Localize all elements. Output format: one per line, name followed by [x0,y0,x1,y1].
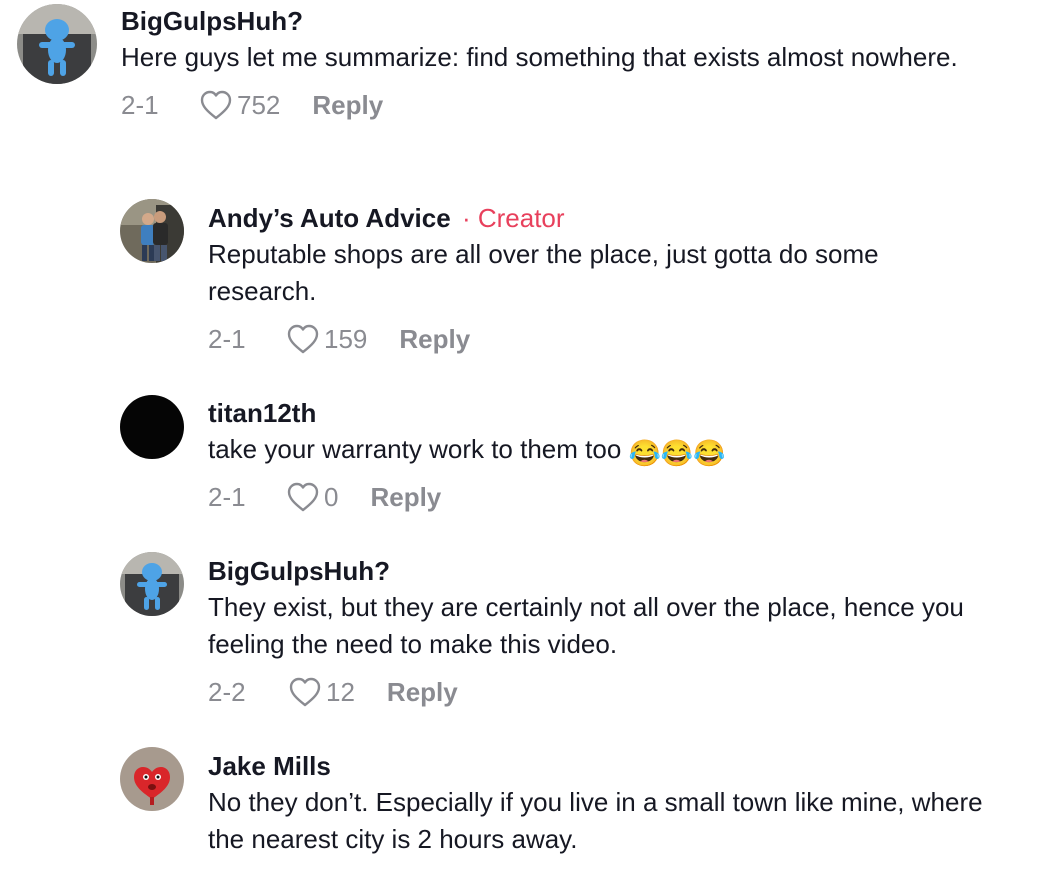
comment-text: Reputable shops are all over the place, … [208,239,879,306]
like-count: 12 [326,676,355,707]
like-button[interactable]: 0 [286,481,338,513]
username[interactable]: BigGulpsHuh? [208,554,1028,588]
heart-icon [199,89,233,121]
comment-date: 2-1 [208,323,246,354]
avatar[interactable] [120,199,184,263]
reply-button[interactable]: Reply [312,90,383,121]
like-button[interactable]: 12 [288,676,355,708]
comment-text: They exist, but they are certainly not a… [208,592,964,659]
like-count: 752 [237,89,281,120]
username-row: Andy’s Auto Advice · Creator [208,201,1028,235]
like-button[interactable]: 752 [199,89,280,121]
like-count: 159 [324,323,368,354]
like-count: 0 [324,481,339,512]
comment-date: 2-1 [121,89,159,120]
comment-date: 2-1 [208,481,246,512]
heart-icon [288,676,322,708]
heart-icon [286,481,320,513]
avatar[interactable] [120,395,184,459]
avatar[interactable] [120,552,184,616]
reply-button[interactable]: Reply [399,324,470,355]
reply-button[interactable]: Reply [387,677,458,708]
like-button[interactable]: 159 [286,323,367,355]
comment-date: 2-2 [208,676,246,707]
comment-text: take your warranty work to them too 😂😂😂 [208,431,1028,472]
username[interactable]: titan12th [208,396,1028,430]
laughing-emoji-icon: 😂😂😂 [628,438,726,468]
badge-separator: · [461,203,471,233]
reply-button[interactable]: Reply [370,482,441,513]
username[interactable]: Jake Mills [208,749,1028,783]
comment-text-body: take your warranty work to them too [208,434,622,464]
username[interactable]: Andy’s Auto Advice [208,203,451,233]
heart-icon [286,323,320,355]
comment-text: Here guys let me summarize: find somethi… [121,42,958,72]
avatar[interactable] [17,4,97,84]
comment-text: No they don’t. Especially if you live in… [208,787,983,854]
creator-badge: Creator [477,203,565,233]
avatar[interactable] [120,747,184,811]
username[interactable]: BigGulpsHuh? [121,4,1021,38]
